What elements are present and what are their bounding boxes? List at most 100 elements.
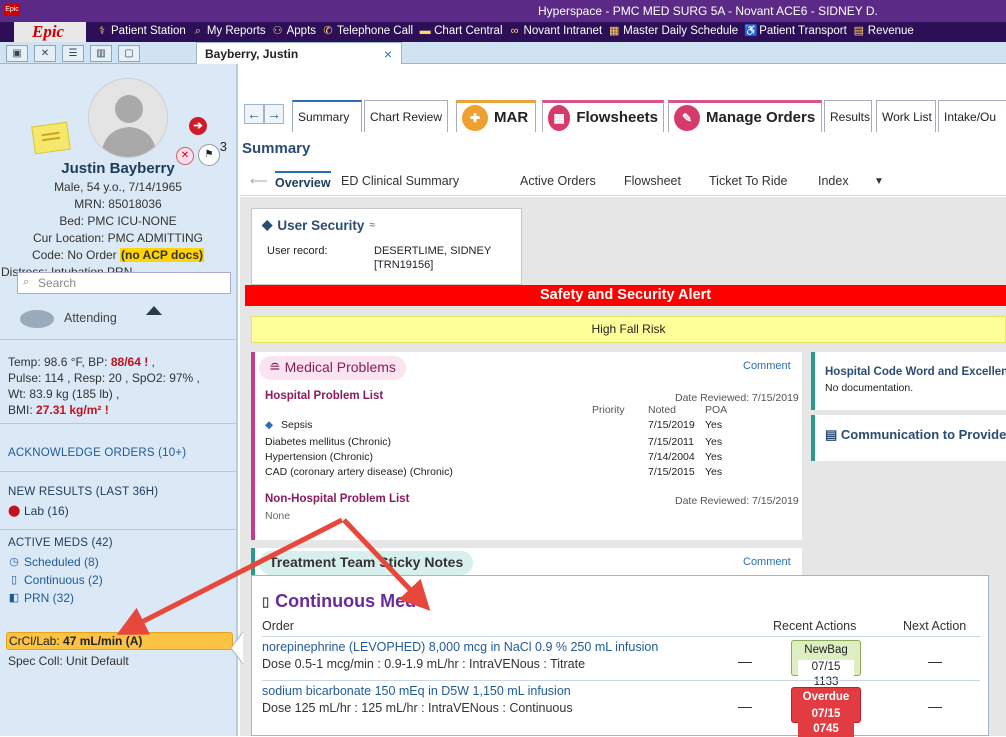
subtab-ed-clinical-summary[interactable]: ED Clinical Summary (341, 174, 459, 188)
patient-bed: Bed: PMC ICU-NONE (59, 214, 177, 228)
summary-content: ◆ User Security ≈ User record: DESERTLIME,… (240, 197, 1006, 737)
tab-flowsheets[interactable]: ▦ Flowsheets (542, 100, 664, 132)
crcl-lab[interactable]: CrCl/Lab: 47 mL/min (A) (6, 632, 233, 650)
census-icon[interactable]: ▥ (90, 45, 112, 62)
subtab-back-icon[interactable]: ⟵ (250, 173, 268, 188)
scheduled-meds-link[interactable]: ◷ Scheduled (8) (8, 555, 99, 569)
alert-icon: ! (104, 403, 109, 417)
code-word-title[interactable]: Hospital Code Word and Excellen (825, 366, 1006, 378)
tools-icon[interactable]: ✕ (34, 45, 56, 62)
attending-section[interactable]: Attending (20, 306, 180, 330)
sticky-note-icon[interactable] (31, 121, 71, 155)
back-arrow-icon[interactable]: ← (244, 104, 264, 124)
tab-results[interactable]: Results (824, 100, 872, 132)
page-title: Summary (242, 140, 311, 157)
folder-icon: ▬ (419, 25, 431, 37)
vitals-block[interactable]: Temp: 98.6 °F, BP: 88/64 ! , Pulse: 114 … (8, 354, 236, 418)
search-icon: ⌕ (194, 25, 201, 37)
clock-icon: ◷ (9, 556, 19, 568)
patient-mrn: MRN: 85018036 (74, 197, 162, 211)
alert-icon: ! (144, 355, 149, 369)
phone-icon: ✆ (323, 25, 333, 37)
sticky-notes-header[interactable]: Treatment Team Sticky Notes (259, 551, 474, 575)
tab-chart-review[interactable]: Chart Review (364, 100, 448, 132)
communication-title[interactable]: ▤ Communication to Provide (825, 427, 1006, 443)
comment-link[interactable]: Comment (743, 360, 791, 372)
date-reviewed: Date Reviewed: 7/15/2019 (675, 392, 799, 404)
dashboard-icon[interactable]: ▣ (6, 45, 28, 62)
note-icon: ▤ (825, 427, 841, 442)
med-name-link[interactable]: norepinephrine (LEVOPHED) 8,000 mcg in N… (262, 640, 658, 654)
epic-menu-button[interactable]: Epic (14, 22, 86, 42)
collapse-up-icon[interactable] (146, 306, 162, 315)
table-row[interactable]: Hypertension (Chronic) 7/14/2004 Yes (265, 451, 795, 465)
med-name-link[interactable]: sodium bicarbonate 150 mEq in D5W 1,150 … (262, 684, 571, 698)
menu-my-reports[interactable]: ⌕ My Reports (192, 25, 266, 37)
hospital-problem-list-title[interactable]: Hospital Problem List (265, 390, 383, 402)
divider (0, 529, 236, 530)
collapse-icon[interactable]: ≈ (369, 220, 375, 231)
table-row[interactable]: ◆ Sepsis 7/15/2019 Yes (265, 419, 795, 433)
list-icon[interactable]: ☰ (62, 45, 84, 62)
col-next-action: Next Action (903, 619, 967, 633)
menu-patient-transport[interactable]: ♿ Patient Transport (744, 25, 847, 37)
hospital-code-word-card: Hospital Code Word and Excellen No docum… (811, 352, 1006, 410)
tab-summary[interactable]: Summary (292, 100, 362, 132)
subtab-ticket-to-ride[interactable]: Ticket To Ride (709, 174, 788, 188)
tab-intake-output[interactable]: Intake/Ou (938, 100, 1006, 132)
overdue-action-button[interactable]: Overdue 07/15 0745 (791, 687, 861, 737)
user-security-header[interactable]: ◆ User Security ≈ (262, 217, 375, 233)
col-noted: Noted (648, 404, 677, 416)
subtab-active-orders[interactable]: Active Orders (520, 174, 596, 188)
sticky-comment-link[interactable]: Comment (743, 556, 791, 568)
subtab-overview[interactable]: Overview (275, 171, 331, 190)
close-icon[interactable]: × (384, 46, 392, 62)
continuous-meds-link[interactable]: ▯ Continuous (2) (8, 573, 103, 587)
subtab-index[interactable]: Index (818, 174, 849, 188)
avatar (20, 310, 54, 328)
divider (0, 423, 236, 424)
patient-photo (88, 78, 168, 158)
tab-manage-orders[interactable]: ✎ Manage Orders (668, 100, 822, 132)
menu-novant-intranet[interactable]: ∞ Novant Intranet (509, 25, 603, 37)
tab-work-list[interactable]: Work List (876, 100, 936, 132)
divider (262, 636, 980, 637)
active-meds-header[interactable]: ACTIVE MEDS (42) (8, 537, 113, 549)
prn-meds-link[interactable]: ◧ PRN (32) (8, 591, 74, 605)
medical-problems-header[interactable]: ≘ Medical Problems (259, 356, 406, 380)
user-record-id: [TRN19156] (374, 259, 434, 271)
lab-results-link[interactable]: ⬤ Lab (16) (8, 504, 69, 518)
title-bar: Epic Hyperspace - PMC MED SURG 5A - Nova… (0, 0, 1006, 22)
menu-revenue[interactable]: ▤ Revenue (853, 25, 914, 37)
menu-bar: Epic ⚕ Patient Station ⌕ My Reports ⚇ Appts… (0, 22, 1006, 42)
search-input[interactable]: ⌕ Search (17, 272, 231, 294)
menu-chart-central[interactable]: ▬ Chart Central (419, 25, 503, 37)
iv-bag-icon: ▯ (10, 574, 18, 586)
non-hospital-problem-list-title[interactable]: Non-Hospital Problem List (265, 493, 409, 505)
table-row[interactable]: Diabetes mellitus (Chronic) 7/15/2011 Ye… (265, 436, 795, 450)
spec-coll: Spec Coll: Unit Default (8, 654, 129, 668)
menu-master-daily-schedule[interactable]: ▦ Master Daily Schedule (608, 25, 738, 37)
forward-arrow-icon[interactable]: → (264, 104, 284, 124)
patient-name[interactable]: Justin Bayberry (0, 160, 236, 177)
newbag-action-button[interactable]: NewBag 07/15 1133 (791, 640, 861, 690)
tab-mar[interactable]: ✚ MAR (456, 100, 536, 132)
alert-arrow-icon[interactable]: ➔ (189, 117, 207, 135)
menu-telephone-call[interactable]: ✆ Telephone Call (322, 25, 413, 37)
patient-tab[interactable]: Bayberry, Justin × (196, 42, 402, 64)
menu-patient-station[interactable]: ⚕ Patient Station (96, 25, 186, 37)
table-row[interactable]: CAD (coronary artery disease) (Chronic) … (265, 466, 795, 480)
code-status[interactable]: Code: No Order (no ACP docs) (0, 248, 236, 262)
flowsheets-icon: ▦ (548, 104, 571, 131)
fall-risk-banner[interactable]: High Fall Risk (251, 316, 1006, 343)
divider (0, 339, 236, 340)
recent-action-dash: — (738, 653, 752, 669)
safety-alert-banner[interactable]: Safety and Security Alert (245, 285, 1006, 306)
iv-bag-icon: ▯ (262, 593, 270, 609)
more-dropdown-icon[interactable]: ▼ (874, 176, 884, 187)
menu-appts[interactable]: ⚇ Appts (272, 25, 316, 37)
subtab-flowsheet[interactable]: Flowsheet (624, 174, 681, 188)
acknowledge-orders-link[interactable]: ACKNOWLEDGE ORDERS (10+) (8, 447, 186, 459)
chat-icon[interactable]: ▢ (118, 45, 140, 62)
recent-action-dash: — (738, 698, 752, 714)
